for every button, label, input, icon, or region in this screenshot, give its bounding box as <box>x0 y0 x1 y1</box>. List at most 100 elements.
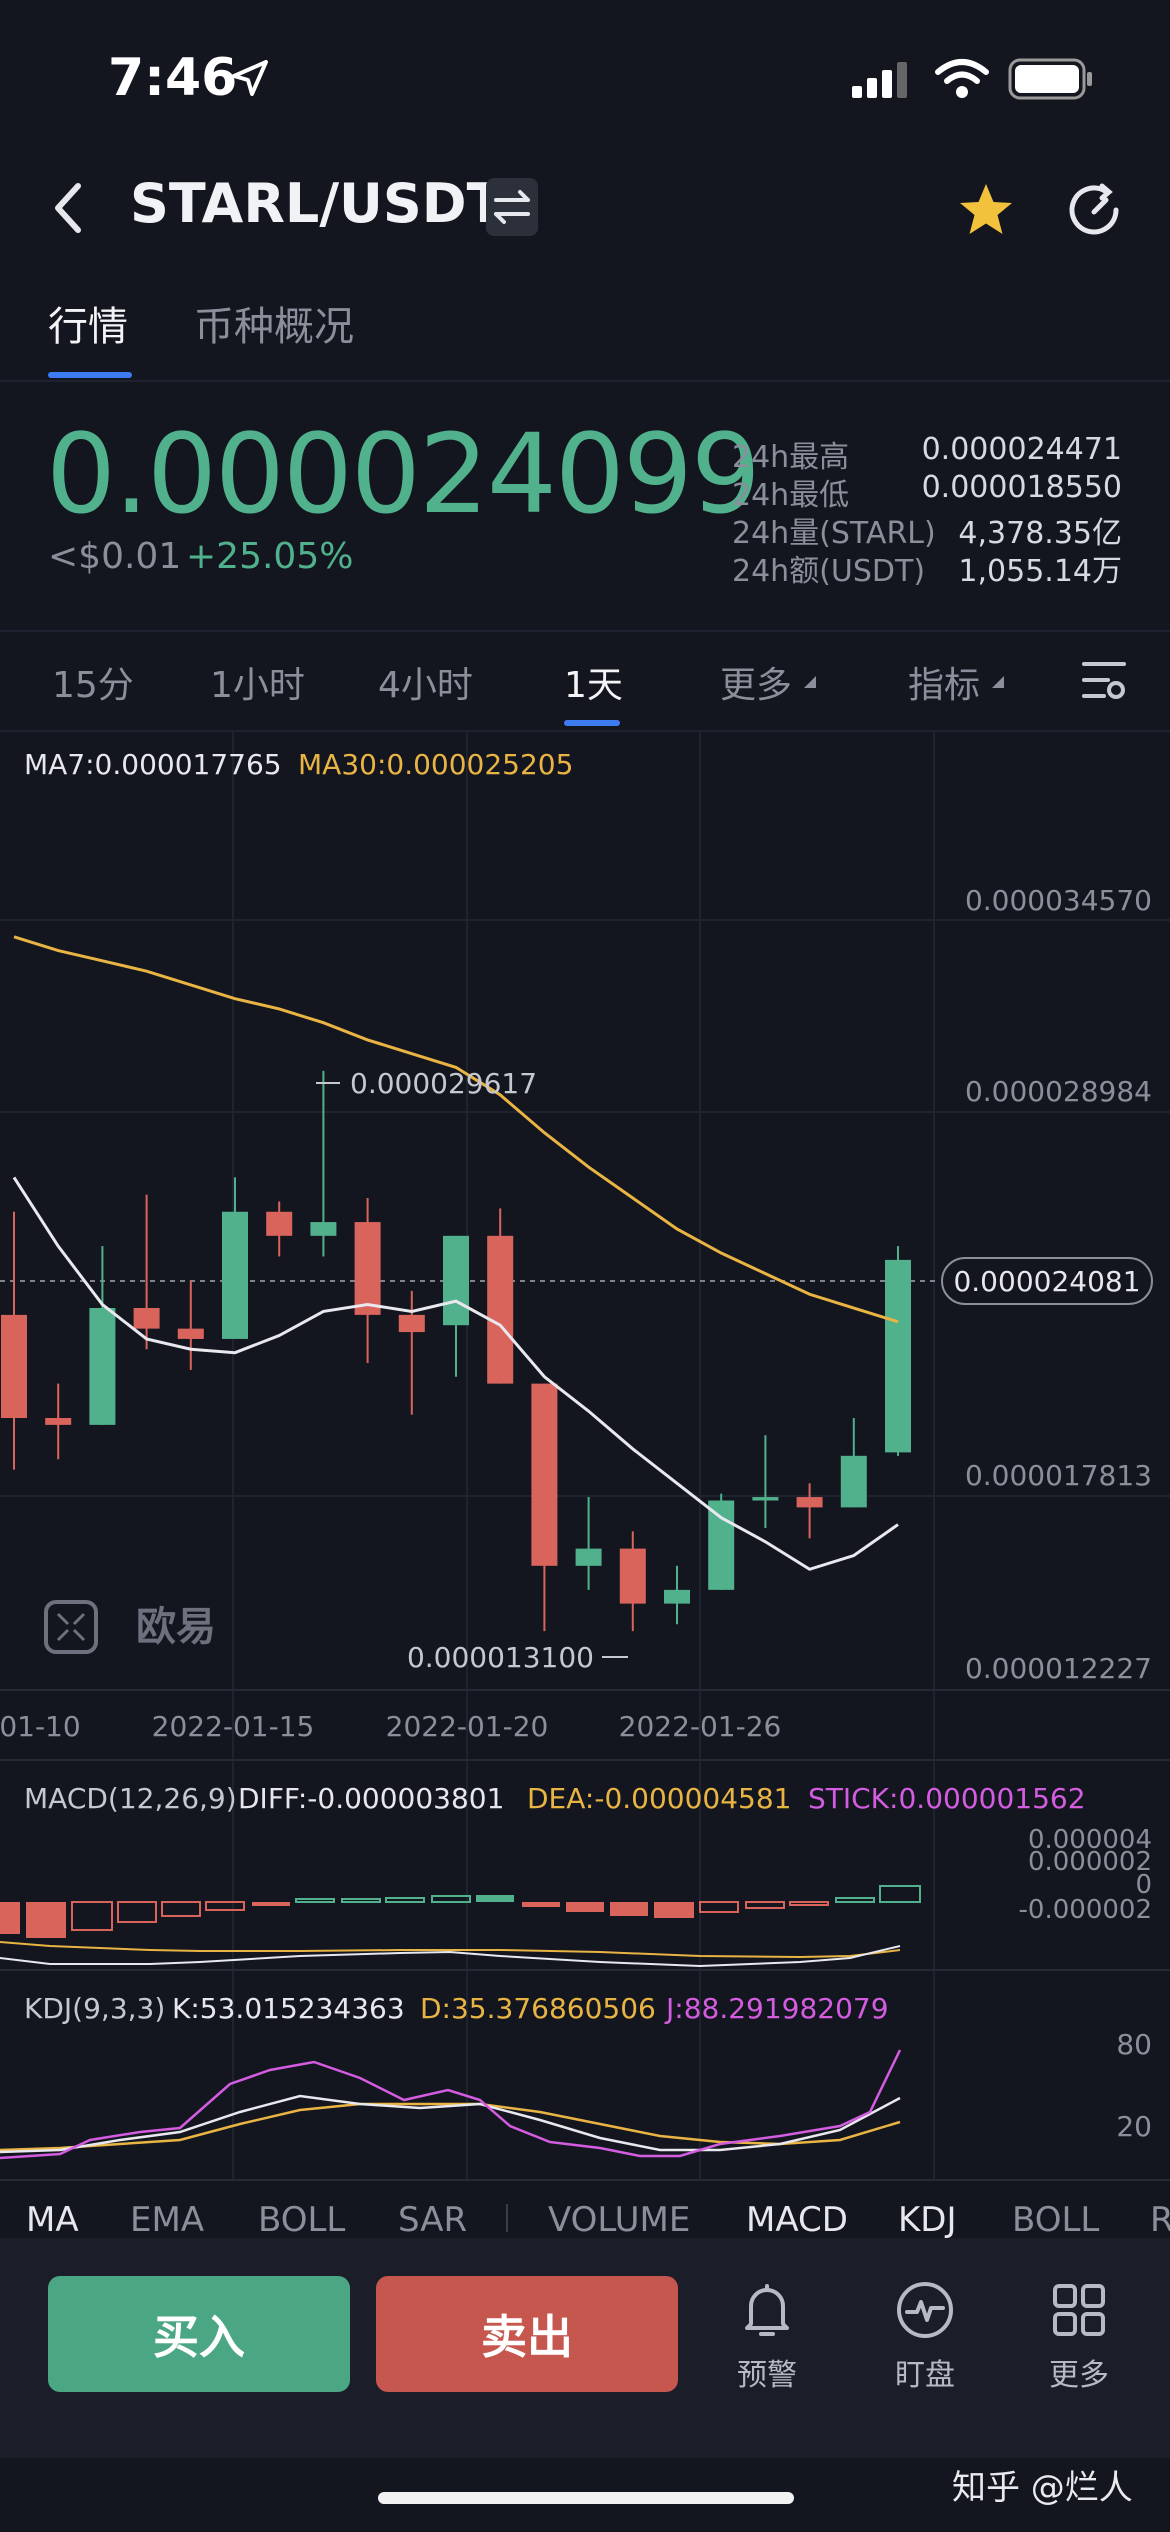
current-price-tag-value: 0.000024081 <box>953 1265 1140 1298</box>
indicator-tab-ma[interactable]: MA <box>26 2200 79 2240</box>
macd-stick-label: STICK:0.000001562 <box>808 1782 1086 1815</box>
kdj-j-label: J:88.291982079 <box>664 1992 889 2025</box>
active-timeframe-indicator <box>564 720 620 726</box>
timeframe-4h[interactable]: 4小时 <box>378 656 473 708</box>
tab-market[interactable]: 行情 <box>48 294 128 352</box>
indicator-tab-kdj[interactable]: KDJ <box>898 2200 957 2240</box>
tab-coin-overview[interactable]: 币种概况 <box>194 294 354 352</box>
indicator-dropdown[interactable]: 指标 <box>908 656 1006 708</box>
timeframe-more-dropdown[interactable]: 更多 <box>720 656 818 708</box>
home-indicator[interactable] <box>378 2492 794 2504</box>
candle-down[interactable] <box>45 1418 72 1425</box>
signal-icon <box>852 62 907 98</box>
stat-value-turnover: 1,055.14万 <box>958 554 1122 589</box>
candle-up[interactable] <box>885 1259 911 1453</box>
watch-button[interactable]: 盯盘 <box>870 2280 980 2394</box>
x-tick-label: 2022-01-20 <box>386 1710 549 1743</box>
stat-value-high: 0.000024471 <box>921 432 1122 467</box>
back-button[interactable] <box>40 168 100 248</box>
macd-histogram <box>0 1885 921 1938</box>
exchange-logo-text: 欧易 <box>136 1604 216 1650</box>
timeframe-more-label: 更多 <box>720 665 793 706</box>
kdj-tick: 80 <box>1116 2028 1152 2061</box>
price-change-percent: +25.05% <box>186 536 354 577</box>
x-tick-label: 2022-01-26 <box>619 1710 782 1743</box>
indicator-tab-boll-sub[interactable]: BOLL <box>1012 2200 1099 2240</box>
candle-down[interactable] <box>266 1211 293 1236</box>
candle-down[interactable] <box>796 1497 823 1508</box>
kdj-tick: 20 <box>1116 2110 1152 2143</box>
candle-up[interactable] <box>840 1455 867 1508</box>
candle-up[interactable] <box>664 1589 690 1604</box>
wifi-icon <box>935 59 989 98</box>
candle-down[interactable] <box>1 1314 27 1419</box>
indicator-tab-boll[interactable]: BOLL <box>258 2200 345 2240</box>
low-marker-label: 0.000013100 <box>407 1641 594 1674</box>
refresh-clock-icon <box>1069 183 1119 235</box>
candle-down[interactable] <box>487 1235 514 1384</box>
sell-button[interactable]: 卖出 <box>376 2276 678 2392</box>
watch-label: 盯盘 <box>895 2358 955 2393</box>
candle-up[interactable] <box>443 1235 469 1326</box>
candle-down[interactable] <box>619 1548 646 1604</box>
macd-diff-label: DIFF:-0.000003801 <box>238 1782 504 1815</box>
indicator-tab-ema[interactable]: EMA <box>130 2200 204 2240</box>
swap-pair-button[interactable] <box>486 178 538 236</box>
usd-price: <$0.01 <box>48 536 182 577</box>
indicator-tab-rsi[interactable]: R <box>1150 2200 1170 2240</box>
kdj-title: KDJ(9,3,3) <box>24 1992 165 2025</box>
chevron-left-icon <box>55 183 81 233</box>
macd-title: MACD(12,26,9) <box>24 1782 237 1815</box>
candlestick-chart[interactable]: MA7:0.000017765 MA30:0.000025205 0.00003… <box>0 732 1170 2182</box>
candle-up[interactable] <box>310 1222 337 1236</box>
indicator-tab-volume[interactable]: VOLUME <box>548 2200 690 2240</box>
candle-down[interactable] <box>354 1222 381 1315</box>
candle-up[interactable] <box>752 1497 779 1501</box>
candle-up[interactable] <box>89 1308 116 1425</box>
timeframe-1h[interactable]: 1小时 <box>210 656 305 708</box>
active-tab-indicator <box>48 372 132 378</box>
macd-tick: 0.000002 <box>1028 1847 1152 1877</box>
divider <box>0 380 1170 382</box>
more-button[interactable]: 更多 <box>1024 2280 1134 2394</box>
battery-icon <box>1008 58 1092 100</box>
chart-settings-icon[interactable] <box>1080 656 1128 704</box>
candle-down[interactable] <box>531 1383 558 1566</box>
caret-down-icon <box>804 676 817 688</box>
grid-icon <box>1053 2284 1105 2336</box>
bell-icon <box>745 2284 789 2336</box>
indicator-tab-sar[interactable]: SAR <box>398 2200 467 2240</box>
candle-up[interactable] <box>708 1500 735 1590</box>
macd-dea-line <box>0 1941 901 1959</box>
ma30-legend: MA30:0.000025205 <box>298 748 573 781</box>
favorite-button[interactable] <box>954 178 1018 242</box>
y-tick-label: 0.000017813 <box>965 1459 1152 1492</box>
stat-value-low: 0.000018550 <box>921 470 1122 505</box>
candle-down[interactable] <box>133 1308 160 1329</box>
y-tick-label: 0.000028984 <box>965 1075 1152 1108</box>
caret-down-icon <box>992 676 1005 688</box>
swap-icon <box>494 190 530 224</box>
y-tick-label: 0.000034570 <box>965 884 1152 917</box>
pair-title[interactable]: STARL/USDT <box>130 172 503 235</box>
candle-down[interactable] <box>398 1314 425 1333</box>
indicator-tab-divider <box>506 2204 508 2232</box>
status-time: 7:46 <box>108 48 238 108</box>
timeframe-15m[interactable]: 15分 <box>52 656 134 708</box>
watermark-text: 知乎 @烂人 <box>952 2468 1133 2508</box>
candle-down[interactable] <box>177 1328 204 1339</box>
candle-up[interactable] <box>222 1211 248 1339</box>
buy-button[interactable]: 买入 <box>48 2276 350 2392</box>
refresh-button[interactable] <box>1062 178 1126 242</box>
macd-dea-label: DEA:-0.000004581 <box>527 1782 792 1815</box>
y-tick-label: 0.000012227 <box>965 1652 1152 1685</box>
kdj-k-label: K:53.015234363 <box>172 1992 405 2025</box>
pulse-icon <box>897 2282 953 2338</box>
timeframe-1d[interactable]: 1天 <box>564 656 623 708</box>
stat-label-turnover: 24h额(USDT) <box>732 554 926 589</box>
candle-up[interactable] <box>575 1548 602 1566</box>
macd-tick: -0.000002 <box>1019 1895 1152 1925</box>
x-tick-label: 01-10 <box>0 1710 81 1743</box>
indicator-tab-macd[interactable]: MACD <box>746 2200 848 2240</box>
alert-button[interactable]: 预警 <box>712 2280 822 2394</box>
